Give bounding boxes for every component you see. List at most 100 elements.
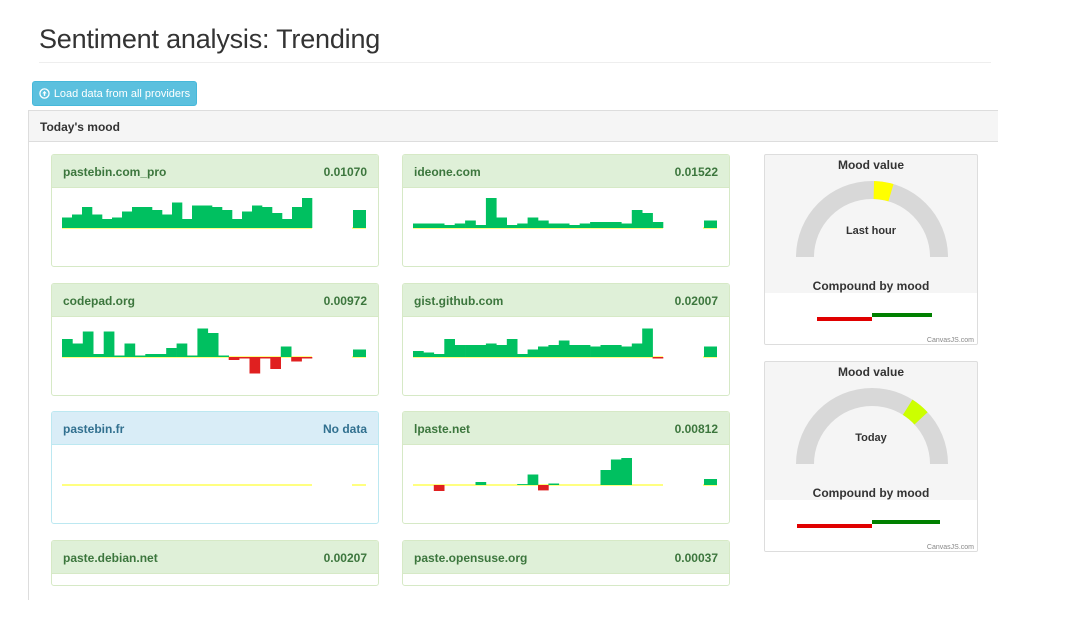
page-title: Sentiment analysis: Trending xyxy=(39,24,381,54)
sparkline-bar xyxy=(93,354,104,357)
canvasjs-credit-link[interactable]: CanvasJS.com xyxy=(927,544,974,551)
sparkline-bar xyxy=(610,459,622,485)
provider-card-header: ideone.com 0.01522 xyxy=(403,155,729,188)
current-value-bar xyxy=(704,346,717,357)
sparkline-bar xyxy=(187,355,198,357)
sparkline-bar xyxy=(569,345,580,357)
provider-card-header: pastebin.fr No data xyxy=(52,412,378,445)
provider-name: lpaste.net xyxy=(414,422,471,436)
sparkline-bar xyxy=(82,207,93,228)
compound-negative-bar xyxy=(797,524,872,528)
current-value-bar xyxy=(704,220,717,228)
sparkline-bar xyxy=(92,214,103,228)
current-value-bar xyxy=(353,210,366,228)
sparkline-bar xyxy=(280,346,292,357)
sparkline-bar xyxy=(132,207,143,228)
compound-chart: CanvasJS.com xyxy=(765,293,977,344)
sparkline-bar xyxy=(527,217,539,228)
provider-sparkline xyxy=(413,328,717,359)
provider-score: 0.00037 xyxy=(674,551,718,565)
sparkline-bar xyxy=(142,207,153,228)
provider-name: paste.debian.net xyxy=(63,551,158,565)
sparkline-bar xyxy=(152,210,163,228)
compound-positive-bar xyxy=(872,520,940,524)
gauge-title: Mood value xyxy=(837,365,904,379)
provider-card: paste.opensuse.org 0.00037 xyxy=(402,540,730,586)
compound-title: Compound by mood xyxy=(812,279,930,293)
sparkline-bar xyxy=(413,223,424,228)
gauge-track xyxy=(796,181,948,257)
provider-score: No data xyxy=(322,422,367,436)
sparkline-bar xyxy=(72,343,84,357)
sparkline-bar xyxy=(182,219,193,228)
sparkline-bar xyxy=(291,357,302,362)
sparkline-bar xyxy=(112,217,123,228)
sparkline-bar xyxy=(301,357,313,359)
sparkline-bar xyxy=(423,352,435,357)
gauge-track xyxy=(796,388,948,464)
sparkline-bar xyxy=(600,345,612,357)
provider-sparkline xyxy=(413,198,717,229)
sparkline-bar xyxy=(242,211,253,228)
sparkline-bar xyxy=(413,351,424,357)
canvasjs-credit-link[interactable]: CanvasJS.com xyxy=(927,337,974,344)
provider-name: pastebin.com_pro xyxy=(63,165,167,179)
provider-sparkline xyxy=(62,484,366,486)
sparkline-bar xyxy=(259,357,271,359)
sparkline-bar xyxy=(475,482,487,485)
sparkline-bar xyxy=(218,355,229,357)
load-all-providers-button[interactable]: Load data from all providers xyxy=(32,81,197,106)
sparkline-bar xyxy=(292,207,303,228)
sparkline-bar xyxy=(631,343,643,357)
provider-score: 0.00812 xyxy=(674,422,718,436)
sparkline-bar xyxy=(538,485,549,491)
sparkline-bar xyxy=(590,346,601,357)
provider-card-header: paste.debian.net 0.00207 xyxy=(52,541,378,574)
sparkline-bar xyxy=(103,331,115,357)
sparkline-bar xyxy=(454,223,466,228)
sparkline-bar xyxy=(538,346,549,357)
sparkline-bar xyxy=(444,339,455,357)
sparkline-bar xyxy=(444,225,455,228)
sparkline-bar xyxy=(202,205,213,228)
sparkline-bar xyxy=(548,223,560,228)
sparkline-bar xyxy=(600,222,612,228)
mood-gauge-panel: Mood value Today Compound by mood Canvas… xyxy=(764,361,978,552)
sparkline-bar xyxy=(433,223,445,228)
sparkline-bar xyxy=(621,458,632,485)
provider-name: paste.opensuse.org xyxy=(414,551,528,565)
gauge-label: Last hour xyxy=(845,225,897,237)
sparkline-bar xyxy=(282,219,293,228)
mood-gauge-panel: Mood value Last hour Compound by mood Ca… xyxy=(764,154,978,345)
sparkline-bar xyxy=(610,222,622,228)
provider-card: pastebin.fr No data xyxy=(51,411,379,524)
gauge-title: Mood value xyxy=(837,158,904,172)
provider-score: 0.01070 xyxy=(323,165,367,179)
provider-score: 0.00972 xyxy=(323,294,367,308)
mood-heading-text: Today's mood xyxy=(40,120,120,134)
sparkline-bar xyxy=(642,328,653,357)
sparkline-bar xyxy=(249,357,261,374)
compound-chart: CanvasJS.com xyxy=(765,500,977,551)
sparkline-bar xyxy=(102,219,113,228)
sparkline-bar xyxy=(232,219,243,228)
sparkline-bar xyxy=(124,343,136,357)
sparkline-bar xyxy=(176,343,188,357)
sparkline-bar xyxy=(475,345,487,357)
mood-gauge xyxy=(796,181,948,257)
sparkline-bar xyxy=(517,484,528,485)
sparkline-bar xyxy=(272,213,283,228)
sparkline-bar xyxy=(610,345,622,357)
provider-card: pastebin.com_pro 0.01070 xyxy=(51,154,379,267)
mood-gauge xyxy=(796,388,948,464)
sparkline-bar xyxy=(621,346,632,357)
provider-name: codepad.org xyxy=(63,294,136,308)
sparkline-bar xyxy=(155,354,167,357)
gauge-label: Today xyxy=(855,432,887,444)
sparkline-bar xyxy=(82,331,94,357)
sparkline-bar xyxy=(62,339,73,357)
compound-title: Compound by mood xyxy=(812,486,930,500)
sparkline-bar xyxy=(496,345,507,357)
provider-sparkline xyxy=(62,328,366,374)
provider-score: 0.01522 xyxy=(674,165,718,179)
